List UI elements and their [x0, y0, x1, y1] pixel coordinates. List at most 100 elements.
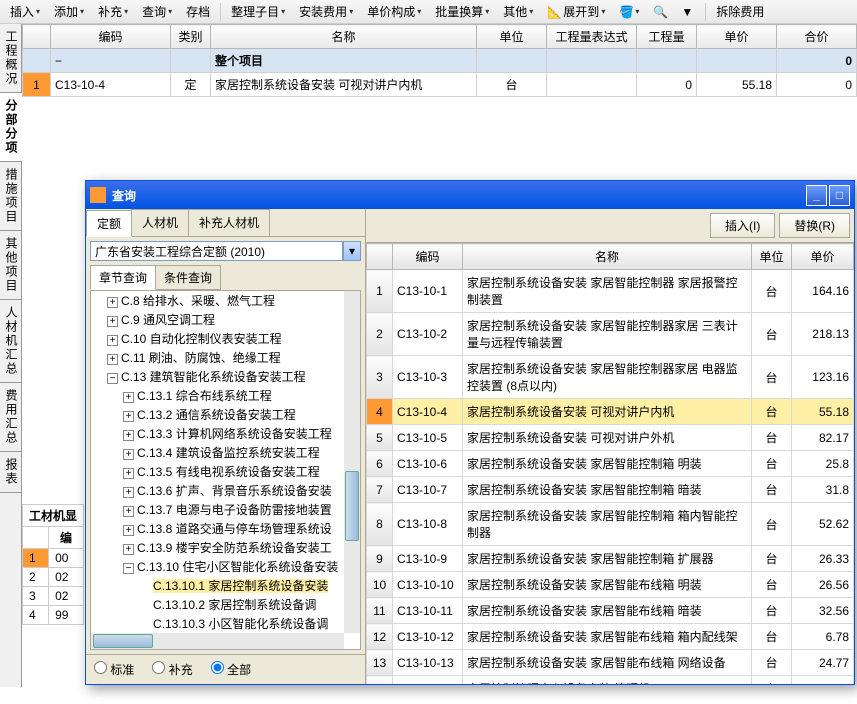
tb-color[interactable]: 🪣▾	[613, 3, 645, 21]
result-cell[interactable]: 家居控制管理中心设备安装 管理机	[463, 676, 752, 685]
search-tab[interactable]: 条件查询	[155, 265, 221, 290]
insert-button[interactable]: 插入(I)	[710, 213, 775, 238]
grid-cell[interactable]	[23, 49, 51, 73]
result-cell[interactable]: 家居控制系统设备安装 家居智能布线箱 箱内配线架	[463, 624, 752, 650]
col-header[interactable]: 单价	[697, 25, 777, 49]
tree-toggle-icon[interactable]: +	[107, 297, 118, 308]
result-cell[interactable]: 218.13	[792, 313, 854, 356]
result-cell[interactable]: 家居控制系统设备安装 可视对讲户内机	[463, 399, 752, 425]
tb-batch[interactable]: 批量换算▾	[429, 1, 495, 22]
tree-toggle-icon[interactable]: +	[107, 316, 118, 327]
tree-toggle-icon[interactable]: +	[123, 525, 134, 536]
tree-toggle-icon[interactable]: +	[107, 354, 118, 365]
result-row[interactable]: 12C13-10-12家居控制系统设备安装 家居智能布线箱 箱内配线架台6.78	[367, 624, 854, 650]
grid-cell[interactable]	[547, 73, 637, 97]
result-cell[interactable]: 家居控制系统设备安装 家居智能控制器家居 三表计量与远程传输装置	[463, 313, 752, 356]
tree-scrollbar-v[interactable]	[344, 291, 360, 633]
result-cell[interactable]: 家居控制系统设备安装 家居智能控制箱 扩展器	[463, 546, 752, 572]
tb-supp[interactable]: 补充▾	[92, 1, 134, 22]
result-cell[interactable]: 9	[367, 546, 393, 572]
result-cell[interactable]: 台	[752, 356, 792, 399]
result-cell[interactable]: 6.78	[792, 624, 854, 650]
tb-install-fee[interactable]: 安装费用▾	[293, 1, 359, 22]
sub-grid-cell[interactable]: 2	[23, 568, 49, 587]
catalog-tab[interactable]: 人材机	[131, 209, 189, 236]
tree-scrollbar-h[interactable]	[91, 633, 344, 649]
grid-cell[interactable]: 0	[777, 73, 857, 97]
tree-node[interactable]: +C.13.1 综合布线系统工程	[123, 386, 360, 405]
result-row[interactable]: 8C13-10-8家居控制系统设备安装 家居智能控制箱 箱内智能控制器台52.6…	[367, 503, 854, 546]
tree-node[interactable]: C.13.10.2 家居控制系统设备调	[139, 595, 360, 614]
result-cell[interactable]: 11	[367, 598, 393, 624]
result-cell[interactable]: 26.33	[792, 546, 854, 572]
quota-combo-dropdown[interactable]: ▾	[343, 241, 361, 261]
tree-node[interactable]: +C.13.9 楼宇安全防范系统设备安装工	[123, 538, 360, 557]
grid-cell[interactable]: 0	[777, 49, 857, 73]
result-cell[interactable]: C13-10-10	[393, 572, 463, 598]
search-tab[interactable]: 章节查询	[90, 265, 156, 290]
grid-cell[interactable]: 定	[171, 73, 211, 97]
result-cell[interactable]: 台	[752, 650, 792, 676]
result-cell[interactable]: C13-10-7	[393, 477, 463, 503]
tree-node[interactable]: +C.11 刷油、防腐蚀、绝缘工程	[107, 348, 360, 367]
result-row[interactable]: 11C13-10-11家居控制系统设备安装 家居智能布线箱 暗装台32.56	[367, 598, 854, 624]
radio-standard[interactable]: 标准	[94, 661, 134, 678]
result-cell[interactable]: 26.56	[792, 572, 854, 598]
tree-node[interactable]: +C.13.2 通信系统设备安装工程	[123, 405, 360, 424]
scrollbar-thumb[interactable]	[345, 471, 359, 541]
result-cell[interactable]: 台	[752, 425, 792, 451]
tb-demolish[interactable]: 拆除费用	[710, 1, 770, 22]
col-header[interactable]: 工程量表达式	[547, 25, 637, 49]
radio-all[interactable]: 全部	[211, 661, 251, 678]
sub-grid-cell[interactable]: 02	[49, 568, 84, 587]
result-cell[interactable]: 150.02	[792, 676, 854, 685]
dialog-titlebar[interactable]: 查询 _ □	[86, 181, 854, 209]
tree-node[interactable]: +C.8 给排水、采暖、燃气工程	[107, 291, 360, 310]
result-col-header[interactable]: 单位	[752, 244, 792, 270]
result-cell[interactable]: 台	[752, 313, 792, 356]
maximize-button[interactable]: □	[829, 185, 850, 206]
result-cell[interactable]: 台	[752, 399, 792, 425]
tree-node[interactable]: +C.13.6 扩声、背景音乐系统设备安装	[123, 481, 360, 500]
result-row[interactable]: 10C13-10-10家居控制系统设备安装 家居智能布线箱 明装台26.56	[367, 572, 854, 598]
result-col-header[interactable]: 单价	[792, 244, 854, 270]
result-cell[interactable]: 32.56	[792, 598, 854, 624]
col-header[interactable]: 单位	[477, 25, 547, 49]
result-cell[interactable]: 家居控制系统设备安装 家居智能控制箱 暗装	[463, 477, 752, 503]
result-cell[interactable]: 6	[367, 451, 393, 477]
tree-node[interactable]: +C.13.5 有线电视系统设备安装工程	[123, 462, 360, 481]
tb-price-comp[interactable]: 单价构成▾	[361, 1, 427, 22]
grid-cell[interactable]: −	[51, 49, 171, 73]
radio-supp[interactable]: 补充	[152, 661, 192, 678]
result-cell[interactable]: 31.8	[792, 477, 854, 503]
result-cell[interactable]: 台	[752, 270, 792, 313]
tree-node[interactable]: +C.13.8 道路交通与停车场管理系统设	[123, 519, 360, 538]
result-row[interactable]: 6C13-10-6家居控制系统设备安装 家居智能控制箱 明装台25.8	[367, 451, 854, 477]
grid-cell[interactable]	[697, 49, 777, 73]
tree-node[interactable]: −C.13 建筑智能化系统设备安装工程	[107, 367, 360, 386]
result-cell[interactable]: 10	[367, 572, 393, 598]
tree-node[interactable]: +C.13.3 计算机网络系统设备安装工程	[123, 424, 360, 443]
result-cell[interactable]: 家居控制系统设备安装 家居智能布线箱 暗装	[463, 598, 752, 624]
result-cell[interactable]: 台	[752, 503, 792, 546]
grid-cell[interactable]: 家居控制系统设备安装 可视对讲户内机	[211, 73, 477, 97]
sub-grid-cell[interactable]: 3	[23, 587, 49, 606]
result-cell[interactable]: 台	[752, 572, 792, 598]
result-cell[interactable]: 123.16	[792, 356, 854, 399]
tb-other[interactable]: 其他▾	[497, 1, 539, 22]
result-cell[interactable]: 25.8	[792, 451, 854, 477]
grid-cell[interactable]	[171, 49, 211, 73]
col-header[interactable]: 工程量	[637, 25, 697, 49]
result-cell[interactable]: C13-10-2	[393, 313, 463, 356]
tree-node[interactable]: +C.9 通风空调工程	[107, 310, 360, 329]
result-cell[interactable]: 家居控制系统设备安装 家居智能布线箱 网络设备	[463, 650, 752, 676]
result-cell[interactable]: C13-10-3	[393, 356, 463, 399]
chapter-tree[interactable]: +C.8 给排水、采暖、燃气工程+C.9 通风空调工程+C.10 自动化控制仪表…	[90, 290, 361, 650]
result-cell[interactable]: 台	[752, 598, 792, 624]
tree-toggle-icon[interactable]: +	[123, 544, 134, 555]
tree-toggle-icon[interactable]: +	[123, 468, 134, 479]
tree-toggle-icon[interactable]: +	[123, 449, 134, 460]
side-tab-1[interactable]: 分部分项	[0, 93, 23, 162]
result-cell[interactable]: 7	[367, 477, 393, 503]
catalog-tab[interactable]: 定额	[86, 210, 132, 237]
